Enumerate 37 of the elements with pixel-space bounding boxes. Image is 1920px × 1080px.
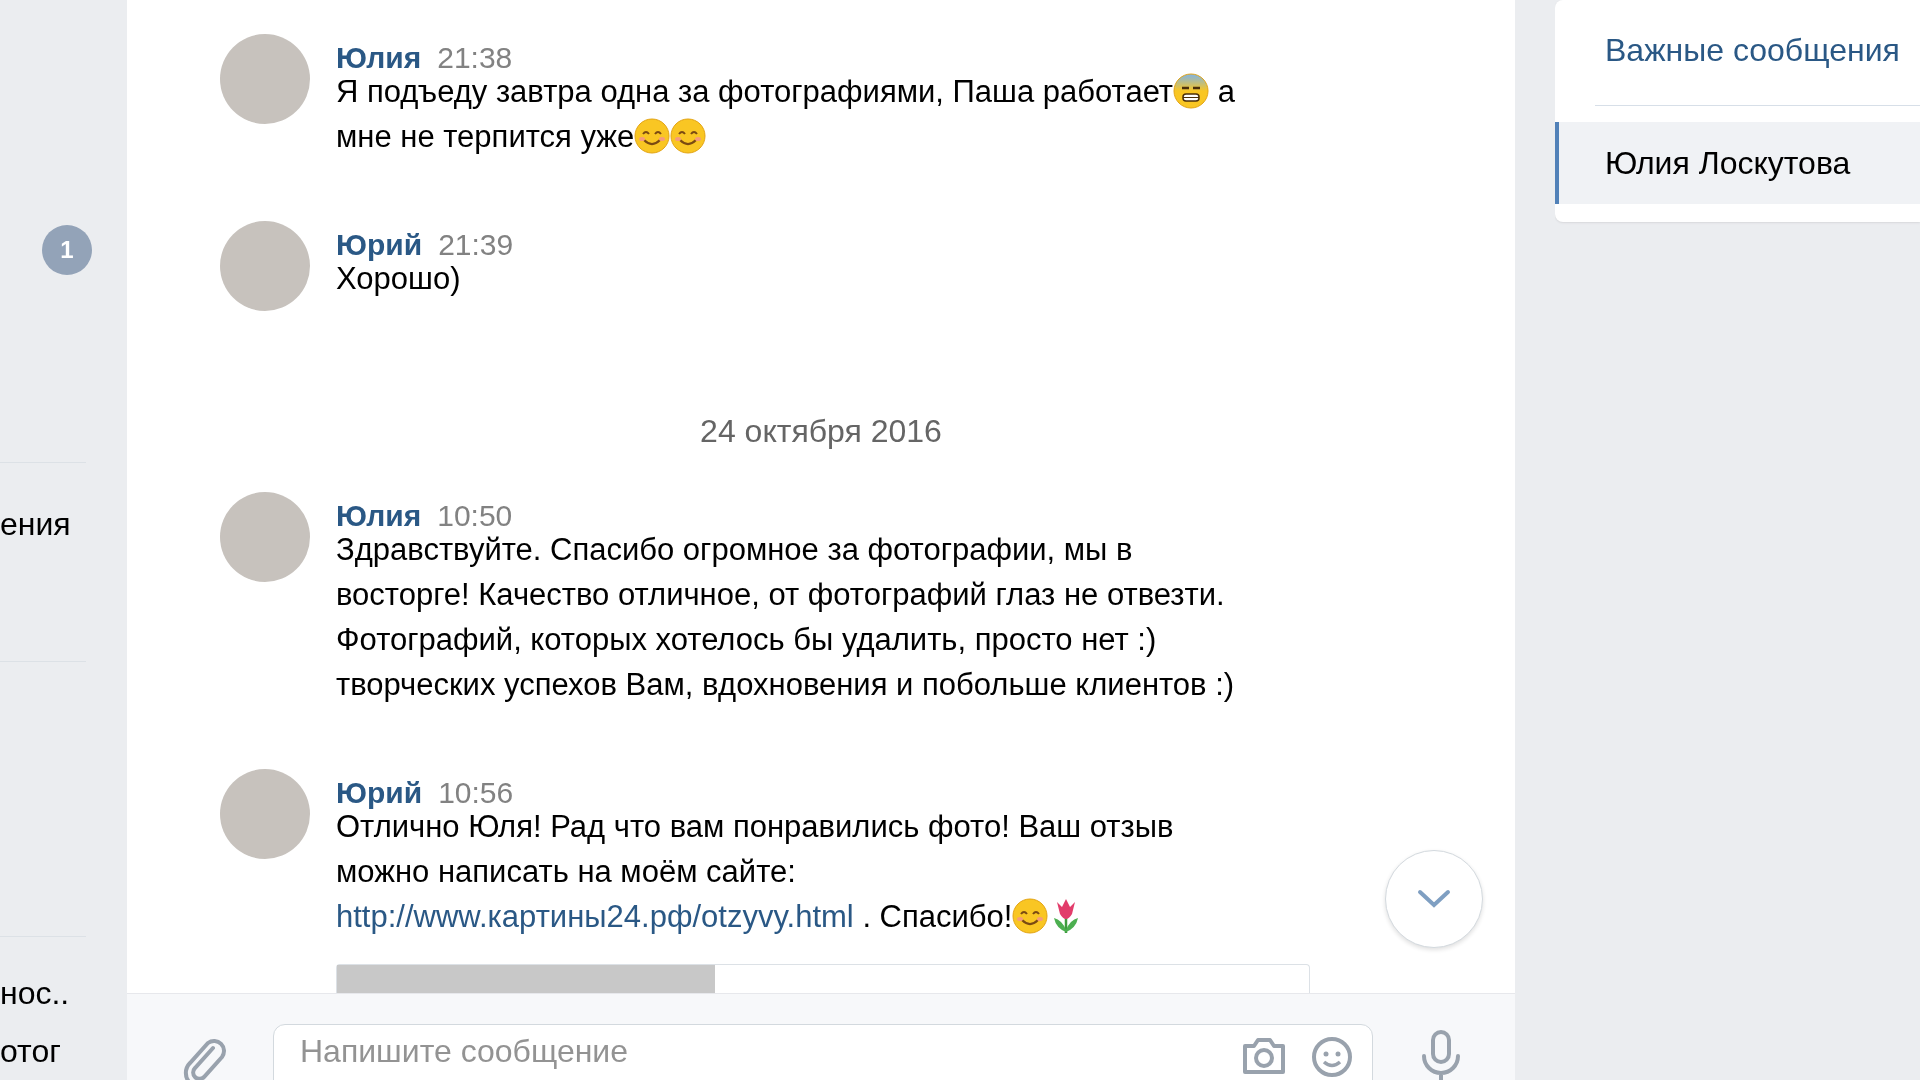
- chat-list-text: отог: [0, 1035, 62, 1067]
- chat-list-text: ения: [0, 508, 71, 540]
- message-link[interactable]: http://www.картины24.рф/otzyvy.html: [336, 899, 854, 934]
- sender-name[interactable]: Юлия: [336, 501, 422, 531]
- microphone-icon[interactable]: [1419, 1028, 1463, 1080]
- message-text: а: [1216, 74, 1235, 109]
- smiling-face-icon: [634, 118, 671, 154]
- message-time: 21:39: [438, 230, 514, 260]
- folder-list-item[interactable]: Юлия Лоскутова: [1555, 122, 1920, 204]
- sender-name[interactable]: Юрий: [336, 778, 423, 808]
- smiley-icon[interactable]: [1311, 1036, 1353, 1078]
- message-input-field[interactable]: Напишите сообщение: [273, 1024, 1373, 1080]
- anxious-face-icon: [1173, 73, 1210, 109]
- smiling-face-icon: [1012, 898, 1049, 934]
- message-text: Я подъеду завтра одна за фотографиями, Паша работает: [336, 74, 1174, 109]
- message-time: 10:50: [437, 501, 513, 531]
- unread-badge: 1: [42, 225, 92, 275]
- folder-list-item[interactable]: Важные сообщения: [1555, 0, 1920, 105]
- message-time: 10:56: [438, 778, 514, 808]
- message-text: мне не терпится уже: [336, 119, 635, 154]
- chat-list-text: нос..: [0, 977, 71, 1009]
- message-text: Фотографий, которых хотелось бы удалить, просто нет :): [336, 622, 1157, 657]
- chevron-down-icon: [1417, 889, 1451, 909]
- message-text: восторге! Качество отличное, от фотографий глаз не отвезти.: [336, 577, 1225, 612]
- date-separator: 24 октября 2016: [700, 413, 942, 450]
- message-text: . Спасибо!: [861, 899, 1013, 934]
- smiling-face-icon: [670, 118, 707, 154]
- message-text: Отлично Юля! Рад что вам понравились фото! Ваш отзыв: [336, 809, 1174, 844]
- message-time: 21:38: [437, 43, 513, 73]
- paperclip-icon[interactable]: [183, 1036, 227, 1080]
- camera-icon[interactable]: [1241, 1036, 1287, 1074]
- message-text: Здравствуйте. Спасибо огромное за фотографии, мы в: [336, 532, 1133, 567]
- message-text: Хорошо): [336, 261, 461, 296]
- message-text: творческих успехов Вам, вдохновения и побольше клиентов :): [336, 667, 1235, 702]
- message-text: можно написать на моём сайте:: [336, 854, 796, 889]
- sender-name[interactable]: Юлия: [336, 43, 422, 73]
- sender-name[interactable]: Юрий: [336, 230, 423, 260]
